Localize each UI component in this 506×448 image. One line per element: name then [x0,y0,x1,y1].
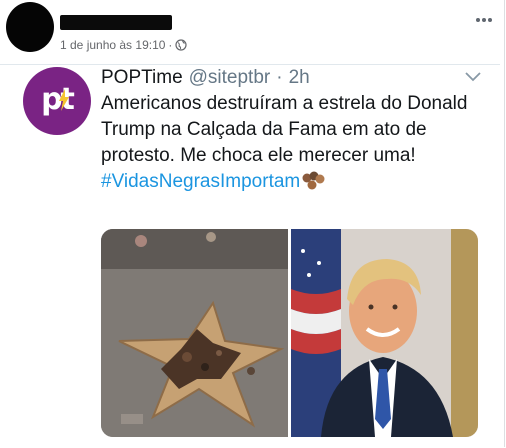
tweet-display-name[interactable]: POPTime [101,67,183,89]
more-options-icon[interactable] [472,10,496,30]
tweet-media[interactable] [101,229,478,437]
hashtag-link[interactable]: #VidasNegrasImportam [101,171,300,192]
meta-separator: · [168,38,173,52]
post-meta: 1 de junho às 19:10 · [60,37,188,53]
poptime-avatar[interactable]: pt [23,67,91,135]
facebook-post: ████████████ 1 de junho às 19:10 · pt PO… [0,0,505,448]
globe-icon[interactable] [175,39,188,51]
embedded-tweet: pt POPTime @siteptbr · 2h Americanos des… [0,64,500,448]
trump-portrait-photo[interactable] [291,229,478,437]
post-timestamp[interactable]: 1 de junho às 19:10 [60,38,165,52]
tweet-separator: · [276,67,283,88]
chevron-down-icon[interactable] [463,69,483,85]
tweet-text: Americanos destruíram a estrela do Donal… [101,91,481,195]
author-avatar[interactable] [6,2,54,52]
raised-fist-emoji-icon [302,171,325,190]
author-name-redacted[interactable]: ████████████ [60,15,172,30]
damaged-star-photo[interactable] [101,229,288,437]
tweet-time[interactable]: 2h [289,67,310,89]
tweet-body: Americanos destruíram a estrela do Donal… [101,93,468,166]
tweet-handle[interactable]: @siteptbr [189,67,271,89]
lightning-bolt-icon [59,89,69,111]
tweet-header: POPTime @siteptbr · 2h [101,67,310,89]
